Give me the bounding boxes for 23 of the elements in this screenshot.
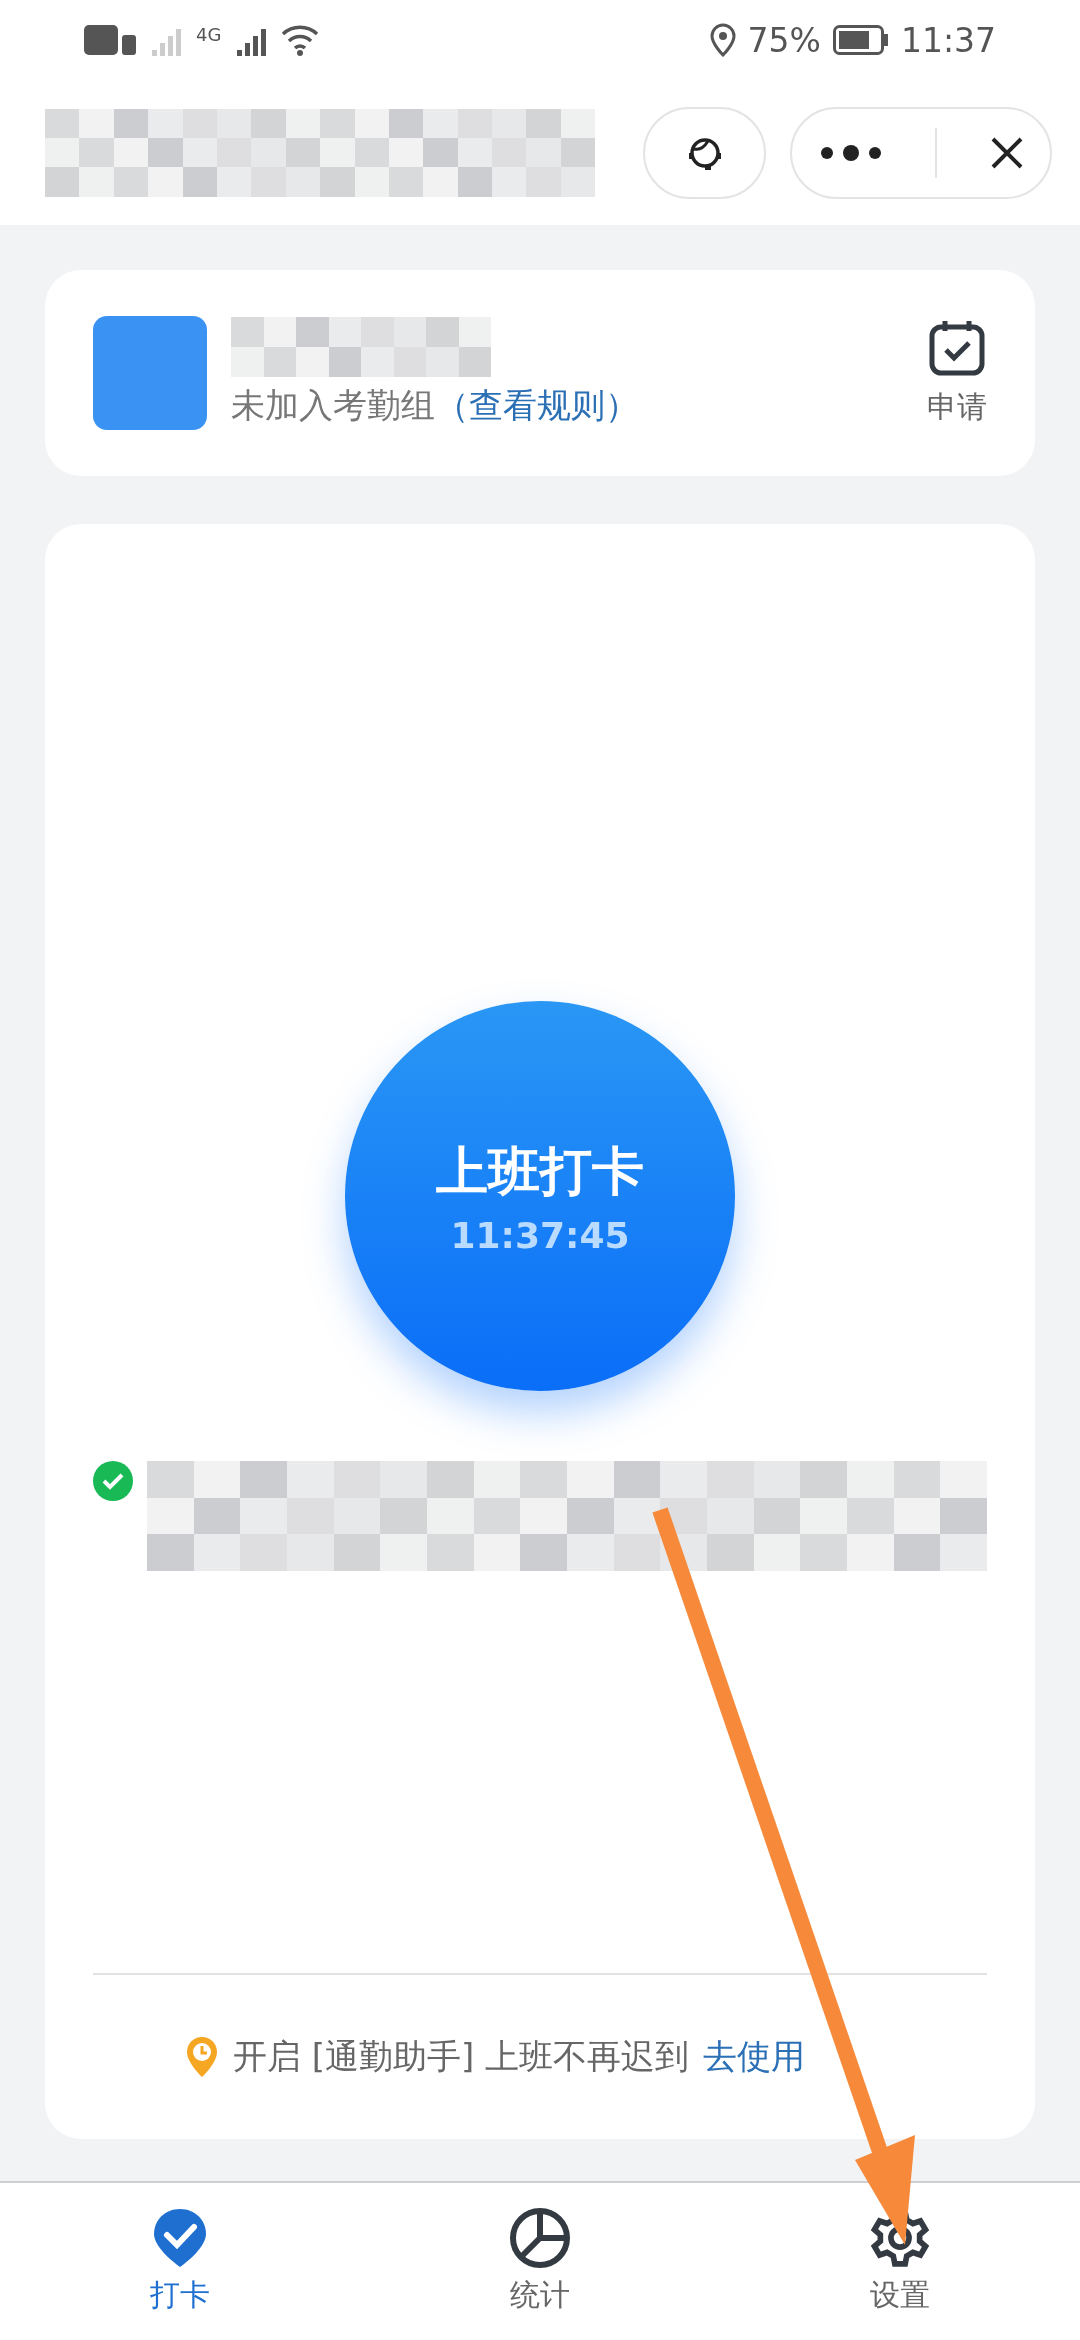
group-status: 未加入考勤组 xyxy=(231,384,435,427)
use-link[interactable]: 去使用 xyxy=(703,2034,806,2080)
tab[interactable]: 统计 xyxy=(360,2183,720,2340)
punch-button[interactable]: 上班打卡 11:37:45 xyxy=(345,1001,735,1391)
punch-time: 11:37:45 xyxy=(450,1214,630,1256)
more-icon[interactable] xyxy=(818,144,883,161)
battery-icon xyxy=(832,25,889,55)
clock-pin-icon xyxy=(184,2035,219,2079)
wifi-icon xyxy=(281,24,320,56)
commute-tip: 开启 [通勤助手] 上班不再迟到 xyxy=(232,2035,690,2078)
pie-chart-icon xyxy=(509,2207,571,2269)
punch-label: 上班打卡 xyxy=(436,1139,644,1203)
network-label: 4G xyxy=(196,24,222,45)
close-icon[interactable] xyxy=(989,135,1024,170)
tab[interactable]: 打卡 xyxy=(0,2183,360,2340)
calendar-check-icon xyxy=(928,318,986,377)
battery-percent: 75% xyxy=(747,20,821,60)
location-icon xyxy=(709,23,736,57)
tab[interactable]: 设置 xyxy=(720,2183,1080,2340)
apply-button[interactable]: 申请 xyxy=(927,318,987,428)
check-pin-icon xyxy=(151,2207,209,2269)
rules-link[interactable]: （查看规则） xyxy=(435,383,639,429)
clock-time: 11:37 xyxy=(900,20,996,60)
